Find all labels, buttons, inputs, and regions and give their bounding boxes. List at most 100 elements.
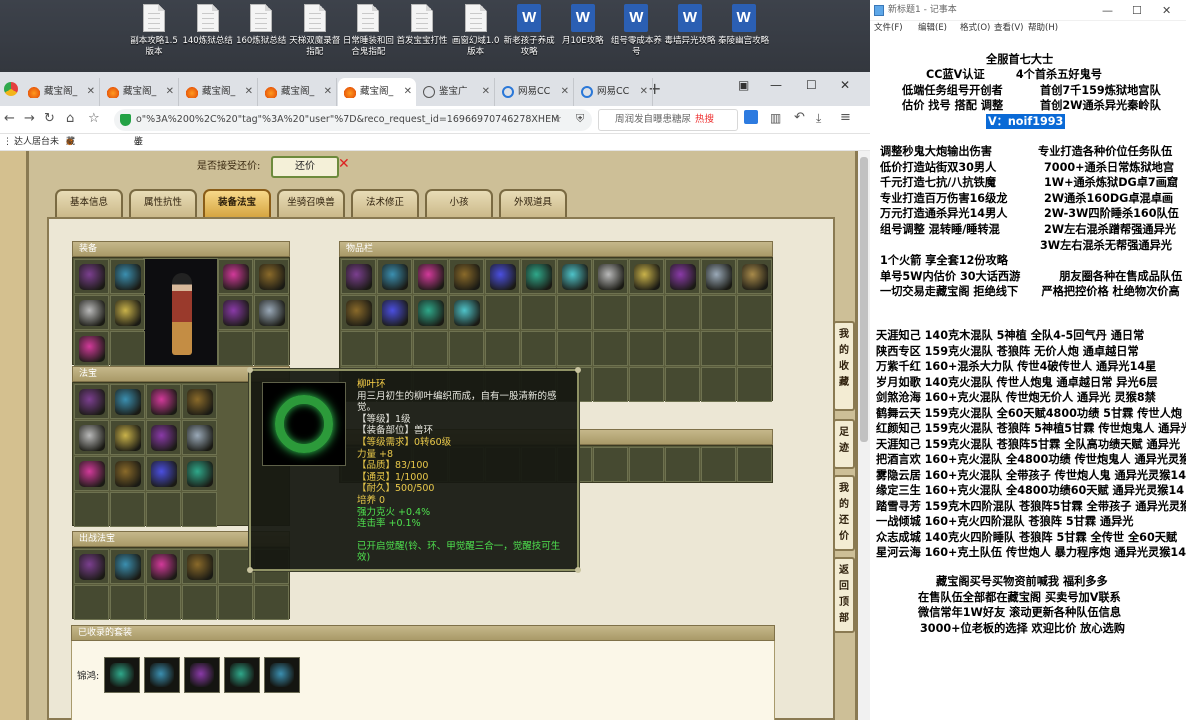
- haggle-button[interactable]: 还价: [271, 156, 339, 178]
- url-field[interactable]: o"%3A%200%2C%20"tag"%3A%20"user"%7D&reco…: [114, 109, 592, 131]
- inv-slot[interactable]: [341, 331, 376, 366]
- inv2-slot[interactable]: [701, 447, 736, 482]
- inv-slot[interactable]: [413, 259, 448, 294]
- bookmark-star-icon[interactable]: ☆: [552, 112, 562, 125]
- inv-slot[interactable]: [485, 259, 520, 294]
- desktop-icon-6[interactable]: 画窗幻域1.0版本: [450, 4, 502, 68]
- tab-close-icon[interactable]: ✕: [87, 78, 95, 106]
- notepad-menu-4[interactable]: 帮助(H): [1028, 21, 1058, 36]
- treasure-slot[interactable]: [110, 420, 145, 455]
- treasure-slot[interactable]: [74, 420, 109, 455]
- inv-slot[interactable]: [413, 331, 448, 366]
- inv-slot[interactable]: [593, 367, 628, 402]
- inv-slot[interactable]: [629, 367, 664, 402]
- browser-tab-2[interactable]: 藏宝阁_ ✕: [180, 78, 258, 106]
- inv-slot[interactable]: [521, 331, 556, 366]
- equip-slot[interactable]: [110, 295, 145, 330]
- treasure-slot[interactable]: [146, 492, 181, 527]
- equip-slot[interactable]: [218, 295, 253, 330]
- tab-close-icon[interactable]: ✕: [245, 78, 253, 106]
- scrollbar-thumb[interactable]: [860, 157, 868, 442]
- tab-close-icon[interactable]: ✕: [166, 78, 174, 106]
- browser-tab-4[interactable]: 藏宝阁_ ✕: [338, 78, 416, 106]
- equip-slot[interactable]: [74, 259, 109, 294]
- mount-slot[interactable]: [182, 549, 217, 584]
- treasure-slot[interactable]: [146, 456, 181, 491]
- side-nav-3[interactable]: 返回顶部: [833, 557, 855, 633]
- inv-slot[interactable]: [377, 331, 412, 366]
- notepad-maximize[interactable]: ☐: [1132, 0, 1142, 21]
- equip-slot[interactable]: [254, 259, 289, 294]
- close-button[interactable]: ✕: [840, 78, 850, 92]
- treasure-slot[interactable]: [110, 384, 145, 419]
- tab-close-icon[interactable]: ✕: [324, 78, 332, 106]
- mount-slot[interactable]: [110, 549, 145, 584]
- inv-slot[interactable]: [449, 331, 484, 366]
- side-nav-1[interactable]: 足迹: [833, 419, 855, 469]
- side-nav-2[interactable]: 我的还价: [833, 475, 855, 551]
- search-box[interactable]: 周润发自曝患糖尿 热搜: [598, 109, 738, 131]
- suit-item[interactable]: [104, 657, 140, 693]
- bookmark-0[interactable]: 达人居台未: [14, 134, 59, 150]
- inv-slot[interactable]: [701, 331, 736, 366]
- equip-slot[interactable]: [218, 259, 253, 294]
- desktop-icon-9[interactable]: W 组号零成本养号: [610, 4, 662, 68]
- game-tab-6[interactable]: 外观道具: [499, 189, 567, 217]
- inv-slot[interactable]: [665, 259, 700, 294]
- treasure-slot[interactable]: [146, 420, 181, 455]
- inv2-slot[interactable]: [665, 447, 700, 482]
- inv-slot[interactable]: [341, 259, 376, 294]
- download-icon[interactable]: ⤓: [816, 111, 821, 126]
- inv2-slot[interactable]: [593, 447, 628, 482]
- browser-tab-0[interactable]: 藏宝阁_ ✕: [22, 78, 100, 106]
- inv-slot[interactable]: [485, 295, 520, 330]
- inv-slot[interactable]: [341, 295, 376, 330]
- extension-icon[interactable]: ⛨: [576, 112, 584, 126]
- tab-close-icon[interactable]: ✕: [482, 78, 490, 106]
- notepad-menu-0[interactable]: 文件(F): [874, 21, 903, 36]
- desktop-icon-8[interactable]: W 月10E攻略: [557, 4, 609, 68]
- inv-slot[interactable]: [485, 331, 520, 366]
- desktop-icon-4[interactable]: 日常睡装和回合鬼指配: [342, 4, 394, 68]
- minimize-button[interactable]: —: [770, 78, 782, 92]
- game-tab-3[interactable]: 坐骑召唤兽: [277, 189, 345, 217]
- inv-slot[interactable]: [737, 295, 772, 330]
- game-tab-5[interactable]: 小孩: [425, 189, 493, 217]
- mount-slot[interactable]: [146, 585, 181, 620]
- inv-slot[interactable]: [521, 259, 556, 294]
- reload-icon[interactable]: ↻: [44, 111, 55, 126]
- equip-slot[interactable]: [110, 331, 145, 366]
- inv-slot[interactable]: [521, 295, 556, 330]
- inv2-slot[interactable]: [737, 447, 772, 482]
- notepad-menu-1[interactable]: 编辑(E): [918, 21, 947, 36]
- back-icon[interactable]: ←: [4, 111, 15, 126]
- desktop-icon-3[interactable]: 天梯双魔录督指配: [289, 4, 341, 68]
- treasure-slot[interactable]: [182, 492, 217, 527]
- desktop-icon-7[interactable]: W 新老孩子养成攻略: [503, 4, 555, 68]
- suit-item[interactable]: [264, 657, 300, 693]
- notepad-close[interactable]: ✕: [1162, 0, 1171, 21]
- tab-list-icon[interactable]: ▣: [738, 78, 749, 92]
- tab-close-icon[interactable]: ✕: [640, 78, 648, 106]
- inv-slot[interactable]: [593, 295, 628, 330]
- equip-slot[interactable]: [254, 331, 289, 366]
- desktop-icon-2[interactable]: 160炼狱总结: [235, 4, 287, 68]
- desktop-icon-11[interactable]: W 秦陵幽宫攻略: [718, 4, 770, 68]
- equip-slot[interactable]: [254, 295, 289, 330]
- mount-slot[interactable]: [182, 585, 217, 620]
- treasure-slot[interactable]: [74, 456, 109, 491]
- mount-slot[interactable]: [146, 549, 181, 584]
- inv-slot[interactable]: [629, 331, 664, 366]
- inv-slot[interactable]: [737, 259, 772, 294]
- inv-slot[interactable]: [593, 259, 628, 294]
- inv-slot[interactable]: [413, 295, 448, 330]
- desktop-icon-0[interactable]: 副本攻略1.5版本: [128, 4, 180, 68]
- inv-slot[interactable]: [665, 367, 700, 402]
- treasure-slot[interactable]: [182, 456, 217, 491]
- game-tab-2[interactable]: 装备法宝: [203, 189, 271, 217]
- treasure-slot[interactable]: [110, 492, 145, 527]
- game-tab-1[interactable]: 属性抗性: [129, 189, 197, 217]
- inv-slot[interactable]: [629, 295, 664, 330]
- browser-tab-7[interactable]: 网易CC ✕: [575, 78, 653, 106]
- suit-item[interactable]: [144, 657, 180, 693]
